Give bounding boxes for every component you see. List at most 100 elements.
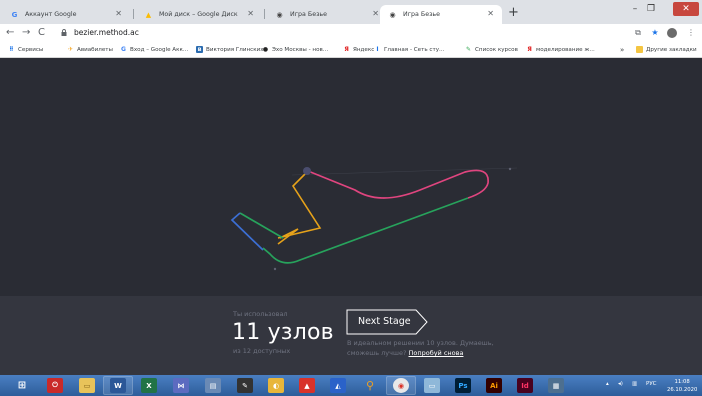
bookmark-item[interactable]: ✈ Авиабилеты — [67, 46, 113, 53]
folder-icon — [636, 46, 643, 53]
paint-icon[interactable]: ◐ — [268, 378, 284, 393]
tab-google-drive[interactable]: ▲ Мой диск – Google Диск ✕ — [136, 5, 262, 24]
other-bookmarks[interactable]: Другие закладки — [636, 46, 697, 53]
close-icon[interactable]: ✕ — [247, 9, 254, 18]
tab-title: Игра Безье — [290, 11, 328, 18]
network-icon[interactable]: ▥ — [632, 381, 637, 387]
tray-arrow-icon[interactable]: ▴ — [606, 381, 609, 387]
game-canvas[interactable] — [0, 58, 702, 296]
bookmark-label: Эхо Москвы - нов... — [272, 46, 329, 53]
globe-icon: ◉ — [389, 10, 396, 19]
tab-bezier-game-1[interactable]: ◉ Игра Безье ✕ — [267, 5, 387, 24]
bookmark-item[interactable]: ⠿ Сервисы — [8, 46, 43, 53]
score-panel: Ты использовал 11 узлов из 12 доступных … — [0, 296, 702, 375]
photoshop-icon[interactable]: Ps — [455, 378, 471, 393]
fuselage-top-segment — [307, 169, 489, 199]
bookmark-item[interactable]: в Виктория Глинских — [196, 46, 264, 53]
bookmark-label: Список курсов — [475, 46, 518, 53]
leaf-icon: ✎ — [465, 46, 472, 53]
menu-icon[interactable]: ⋮ — [686, 28, 696, 38]
bookmark-item[interactable]: I Главная - Сеть сту... — [374, 46, 444, 53]
bookmark-label: моделирование ж... — [536, 46, 595, 53]
tab-separator — [133, 9, 134, 19]
network-icon: I — [376, 46, 379, 53]
anchor-point[interactable] — [303, 167, 311, 175]
keyboard-language[interactable]: РУС — [646, 381, 657, 387]
close-icon[interactable]: ✕ — [372, 9, 379, 18]
tab-title: Игра Безье — [403, 11, 441, 18]
reload-icon[interactable]: C — [38, 27, 45, 39]
chrome-icon[interactable]: ◉ — [393, 378, 409, 393]
bookmark-item[interactable]: Я Яндекс — [343, 46, 374, 53]
bookmark-label: Другие закладки — [646, 46, 697, 53]
try-again-link[interactable]: Попробуй снова — [408, 349, 463, 357]
pattern-icon[interactable]: ▦ — [548, 378, 564, 393]
tab-title: Аккаунт Google — [25, 11, 77, 18]
taskbar-clock[interactable]: 11:08 26.10.2020 — [667, 378, 697, 394]
avatar[interactable] — [667, 28, 677, 38]
airplane-drawing[interactable] — [0, 58, 702, 296]
vk-icon: в — [196, 46, 203, 53]
tab-bezier-game-active[interactable]: ◉ Игра Безье ✕ — [380, 5, 502, 24]
bookmark-item[interactable]: Я моделирование ж... — [526, 46, 595, 53]
close-icon[interactable]: ✕ — [487, 9, 494, 18]
search-icon[interactable]: ⚲ — [362, 378, 378, 393]
triangle-app-icon[interactable]: ◭ — [330, 378, 346, 393]
used-label: Ты использовал — [233, 310, 288, 318]
globe-icon: ◉ — [276, 10, 283, 19]
handle-point[interactable] — [508, 167, 512, 171]
bookmark-label: Виктория Глинских — [206, 46, 264, 53]
window-icon[interactable]: ▭ — [424, 378, 440, 393]
excel-icon[interactable]: X — [141, 378, 157, 393]
close-icon[interactable]: ✕ — [115, 9, 122, 18]
wing-segment-orange — [277, 170, 322, 239]
bookmarks-bar: ⠿ Сервисы ✈ Авиабилеты G Вход – Google А… — [0, 43, 702, 58]
star-icon[interactable]: ★ — [650, 28, 660, 38]
lock-icon — [61, 29, 67, 36]
minimize-icon[interactable]: – — [628, 2, 642, 16]
new-tab-button[interactable]: + — [508, 6, 519, 19]
plane-icon: ✈ — [67, 46, 74, 53]
next-stage-label: Next Stage — [358, 316, 411, 327]
radio-icon: ● — [262, 46, 269, 53]
bookmark-label: Главная - Сеть сту... — [384, 46, 445, 53]
bookmark-label: Вход – Google Акк... — [130, 46, 189, 53]
clock-date: 26.10.2020 — [667, 387, 698, 393]
drive-icon: ▲ — [145, 10, 152, 19]
bookmark-item[interactable]: ● Эхо Москвы - нов... — [262, 46, 328, 53]
taskbar: ⊞ ⏻ ▭ W X ⋈ ▤ ✎ ◐ ▲ ◭ ⚲ ◉ ▭ Ps Ai Id ▦ ▴… — [0, 375, 702, 396]
clock-time: 11:08 — [674, 379, 690, 385]
windows-start-icon[interactable]: ⊞ — [14, 378, 30, 393]
acrobat-icon[interactable]: ▲ — [299, 378, 315, 393]
yandex-icon: Я — [344, 46, 349, 53]
volume-icon[interactable]: ◂) — [618, 381, 623, 387]
pen-icon[interactable]: ✎ — [237, 378, 253, 393]
handle-point[interactable] — [273, 267, 277, 271]
bookmark-label: Авиабилеты — [77, 46, 113, 53]
bookmarks-overflow-button[interactable]: » — [620, 46, 624, 54]
notepad-icon[interactable]: ▤ — [205, 378, 221, 393]
bookmark-item[interactable]: ✎ Список курсов — [465, 46, 518, 53]
next-stage-button[interactable]: Next Stage — [346, 309, 428, 335]
folder-icon[interactable]: ▭ — [79, 378, 95, 393]
apps-icon: ⠿ — [9, 46, 14, 53]
illustrator-icon[interactable]: Ai — [486, 378, 502, 393]
ideal-solution-text: В идеальном решении 10 узлов. Думаешь, с… — [347, 338, 497, 358]
forward-icon[interactable]: → — [22, 27, 30, 39]
nodes-count: 11 узлов — [232, 320, 334, 345]
power-icon[interactable]: ⏻ — [47, 378, 63, 393]
tab-google-account[interactable]: G Аккаунт Google ✕ — [2, 5, 130, 24]
url-field[interactable]: bezier.method.ac — [74, 28, 139, 37]
translate-icon[interactable]: ⧉ — [633, 28, 643, 38]
yandex-icon: Я — [527, 46, 532, 53]
maximize-icon[interactable]: ❐ — [644, 2, 658, 16]
back-icon[interactable]: ← — [6, 27, 14, 39]
window-close-button[interactable]: ✕ — [673, 2, 699, 16]
bookmark-item[interactable]: G Вход – Google Акк... — [120, 46, 188, 53]
google-icon: G — [11, 10, 18, 19]
word-icon[interactable]: W — [110, 378, 126, 393]
bow-icon[interactable]: ⋈ — [173, 378, 189, 393]
available-label: из 12 доступных — [233, 347, 291, 355]
google-icon: G — [121, 46, 126, 53]
indesign-icon[interactable]: Id — [517, 378, 533, 393]
